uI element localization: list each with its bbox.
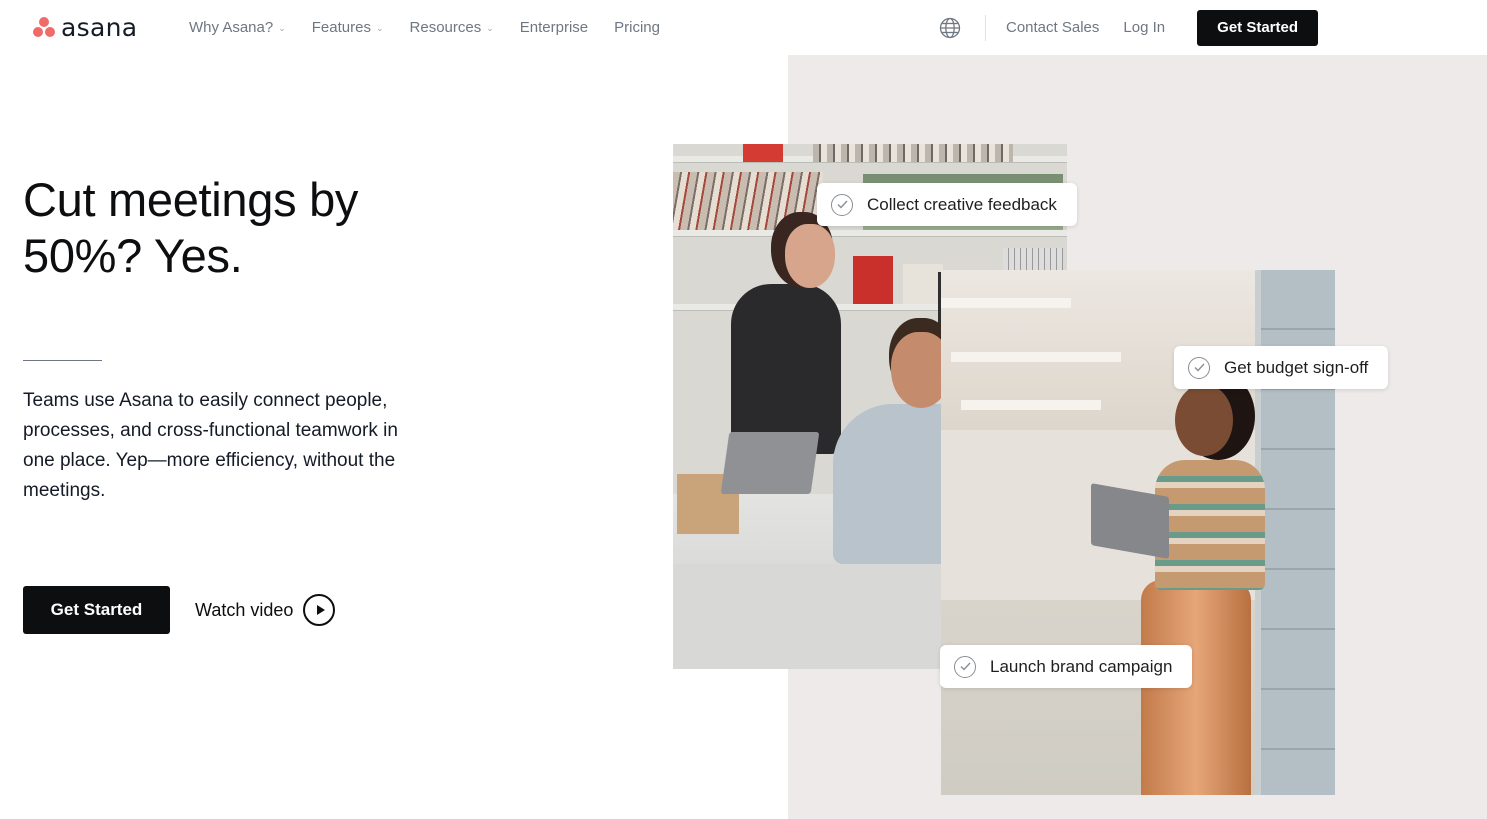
nav-enterprise[interactable]: Enterprise bbox=[520, 19, 588, 36]
nav-item-label: Pricing bbox=[614, 19, 660, 36]
hero-description: Teams use Asana to easily connect people… bbox=[23, 390, 398, 501]
nav-features[interactable]: Features ⌄ bbox=[312, 19, 384, 36]
contact-sales-link[interactable]: Contact Sales bbox=[1006, 19, 1099, 36]
task-label: Get budget sign-off bbox=[1224, 357, 1369, 377]
check-circle-icon bbox=[1188, 356, 1210, 379]
chevron-down-icon: ⌄ bbox=[486, 23, 494, 33]
hero-divider bbox=[23, 360, 102, 361]
main-nav: Why Asana? ⌄ Features ⌄ Resources ⌄ Ente… bbox=[189, 0, 686, 55]
header-divider bbox=[985, 14, 986, 41]
globe-icon[interactable] bbox=[938, 16, 962, 40]
logo-wordmark: asana bbox=[61, 12, 138, 42]
log-in-link[interactable]: Log In bbox=[1123, 19, 1165, 36]
task-chip: Launch brand campaign bbox=[940, 645, 1193, 688]
watch-video-button[interactable]: Watch video bbox=[195, 594, 336, 626]
nav-item-label: Resources bbox=[409, 19, 482, 36]
hero-get-started-button[interactable]: Get Started bbox=[23, 586, 170, 634]
asana-logo[interactable]: asana bbox=[32, 14, 137, 40]
nav-resources[interactable]: Resources ⌄ bbox=[410, 19, 494, 36]
check-circle-icon bbox=[954, 655, 976, 678]
nav-item-label: Why Asana? bbox=[189, 19, 274, 36]
header-actions: Contact Sales Log In Get Started bbox=[938, 0, 1319, 55]
asana-logo-icon bbox=[32, 16, 56, 38]
chevron-down-icon: ⌄ bbox=[278, 23, 286, 33]
watch-video-label: Watch video bbox=[195, 599, 294, 620]
nav-pricing[interactable]: Pricing bbox=[614, 19, 660, 36]
page: asana Why Asana? ⌄ Features ⌄ Resources … bbox=[0, 0, 1487, 819]
check-circle-icon bbox=[831, 193, 853, 216]
task-label: Collect creative feedback bbox=[867, 194, 1057, 214]
task-label: Launch brand campaign bbox=[990, 656, 1173, 676]
chevron-down-icon: ⌄ bbox=[375, 23, 384, 33]
hero-title-line-2: 50%? Yes. bbox=[23, 229, 243, 282]
hero-title: Cut meetings by 50%? Yes. bbox=[23, 172, 463, 284]
nav-item-label: Features bbox=[311, 19, 371, 36]
play-circle-icon bbox=[303, 594, 336, 626]
nav-why-asana[interactable]: Why Asana? ⌄ bbox=[189, 19, 286, 36]
task-chip: Get budget sign-off bbox=[1174, 346, 1389, 389]
nav-item-label: Enterprise bbox=[519, 19, 589, 36]
header-get-started-button[interactable]: Get Started bbox=[1197, 9, 1319, 46]
site-header: asana Why Asana? ⌄ Features ⌄ Resources … bbox=[0, 0, 1487, 55]
hero-cta-row: Get Started Watch video bbox=[23, 586, 336, 634]
task-chip: Collect creative feedback bbox=[817, 183, 1077, 226]
hero-title-line-1: Cut meetings by bbox=[23, 173, 359, 226]
